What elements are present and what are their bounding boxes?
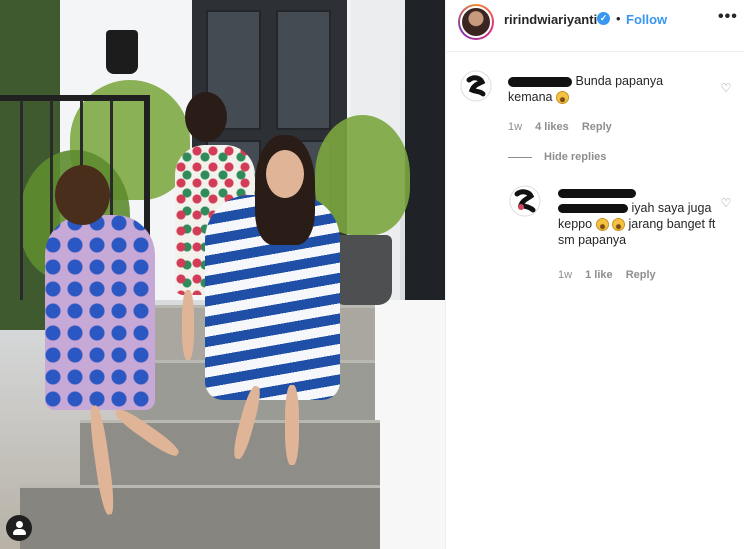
redacted-mention[interactable]: [558, 204, 628, 214]
scribble-avatar-icon: [460, 70, 492, 102]
scribble-avatar-icon: [509, 185, 541, 217]
author-avatar[interactable]: [458, 4, 494, 40]
separator-dot: •: [616, 11, 621, 26]
railing-bar: [20, 100, 23, 300]
door-pane: [276, 10, 331, 130]
girl-left-head: [55, 165, 110, 225]
reply-meta: 1w 1 like Reply: [558, 269, 666, 281]
avatar-image: [460, 6, 492, 38]
author-username[interactable]: ririndwiariyanti: [504, 12, 597, 27]
user-tag-body: [12, 529, 26, 535]
girl-middle-head: [185, 92, 227, 142]
user-tag-icon[interactable]: [6, 515, 32, 541]
sad-face-emoji-icon: [555, 91, 569, 105]
post-header: ririndwiariyanti ✓ • Follow •••: [446, 0, 744, 52]
step: [80, 420, 380, 490]
hide-replies-button[interactable]: Hide replies: [544, 151, 606, 163]
redacted-username[interactable]: [558, 189, 636, 198]
more-options-icon[interactable]: •••: [718, 8, 738, 26]
heart-icon[interactable]: ♡: [720, 197, 732, 209]
comment-likes[interactable]: 4 likes: [535, 121, 569, 133]
redacted-username[interactable]: [508, 76, 572, 87]
reply-button[interactable]: Reply: [582, 121, 612, 133]
leg: [285, 385, 299, 465]
comment-meta: 1w 4 likes Reply: [508, 121, 622, 133]
reply-likes[interactable]: 1 like: [585, 269, 613, 281]
comment-time[interactable]: 1w: [508, 121, 522, 133]
woman-face: [266, 150, 304, 198]
wall-lamp: [106, 30, 138, 74]
comments-panel: ririndwiariyanti ✓ • Follow ••• Bunda pa…: [445, 0, 744, 549]
girl-left-dress: [45, 215, 155, 410]
step: [20, 485, 380, 549]
leg: [182, 290, 194, 360]
replier-avatar[interactable]: [509, 185, 541, 217]
follow-button[interactable]: Follow: [626, 12, 667, 27]
sad-face-emoji-icon: [595, 218, 609, 232]
reply-button[interactable]: Reply: [626, 269, 656, 281]
reply-time[interactable]: 1w: [558, 269, 572, 281]
heart-icon[interactable]: ♡: [720, 82, 732, 94]
sad-face-emoji-icon: [612, 218, 626, 232]
hide-replies-line: [508, 157, 532, 158]
commenter-avatar[interactable]: [460, 70, 492, 102]
post-photo[interactable]: [0, 0, 445, 549]
white-ledge: [370, 300, 445, 549]
verified-badge-icon: ✓: [597, 12, 610, 25]
user-tag-head: [15, 521, 23, 528]
